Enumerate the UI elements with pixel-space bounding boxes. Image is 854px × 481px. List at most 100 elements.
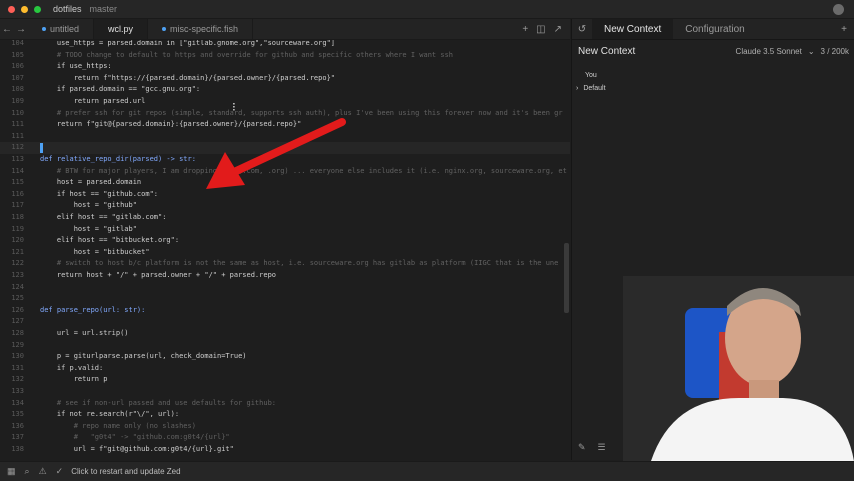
code-text[interactable]: return p	[40, 374, 108, 386]
expand-icon[interactable]: ↗	[554, 24, 562, 35]
line-number: 112	[11, 143, 24, 152]
code-line[interactable]: 108 if parsed.domain == "gcc.gnu.org":	[0, 84, 570, 96]
project-name[interactable]: dotfiles	[53, 4, 82, 14]
update-message[interactable]: Click to restart and update Zed	[71, 467, 180, 476]
code-line[interactable]: 130 p = giturlparse.parse(url, check_dom…	[0, 351, 570, 363]
code-text[interactable]: url = f"git@github.com:g0t4/{url}.git"	[40, 444, 234, 456]
history-icon[interactable]: ↺	[572, 24, 592, 35]
role-label[interactable]: You	[585, 72, 854, 79]
code-line[interactable]: 105 # TODO change to default to https an…	[0, 50, 570, 62]
code-text[interactable]: url = url.strip()	[40, 328, 129, 340]
code-text[interactable]: return f"git@{parsed.domain}:{parsed.own…	[40, 119, 301, 131]
code-text[interactable]: host = "bitbucket"	[40, 247, 150, 259]
code-line[interactable]: 118 elif host == "gitlab.com":	[0, 212, 570, 224]
arrow-left-icon[interactable]: ←	[0, 19, 14, 39]
code-line[interactable]: 127	[0, 316, 570, 328]
code-text[interactable]: if parsed.domain == "gcc.gnu.org":	[40, 84, 200, 96]
search-icon[interactable]: ⌕	[25, 466, 30, 477]
code-line[interactable]: 119 host = "gitlab"	[0, 224, 570, 236]
tab-configuration[interactable]: Configuration	[673, 19, 756, 39]
code-line[interactable]: 117 host = "github"	[0, 200, 570, 212]
code-line[interactable]: 113 def relative_repo_dir(parsed) -> str:	[0, 154, 570, 166]
code-line[interactable]: 110 # prefer ssh for git repos (simple, …	[0, 108, 570, 120]
code-line[interactable]: 131 if p.valid:	[0, 363, 570, 375]
minimize-window-button[interactable]	[21, 5, 28, 13]
arrow-right-icon[interactable]: →	[14, 19, 28, 39]
split-icon[interactable]: ◫	[536, 24, 545, 35]
code-text[interactable]: host = "gitlab"	[40, 224, 137, 236]
code-editor[interactable]: 104 use_https = parsed.domain in ["gitla…	[0, 40, 570, 460]
code-line[interactable]: 138 url = f"git@github.com:g0t4/{url}.gi…	[0, 444, 570, 456]
code-line[interactable]: 111	[0, 131, 570, 143]
plus-icon[interactable]: +	[522, 24, 528, 35]
code-text[interactable]: use_https = parsed.domain in ["gitlab.gn…	[40, 40, 335, 50]
code-line[interactable]: 122 # switch to host b/c platform is not…	[0, 258, 570, 270]
pen-icon[interactable]: ✎	[578, 442, 586, 453]
editor-scrollbar[interactable]	[564, 243, 569, 313]
code-text[interactable]: # see if non-url passed and use defaults…	[40, 398, 276, 410]
code-text[interactable]: # repo name only (no slashes)	[40, 421, 196, 433]
code-text[interactable]: def relative_repo_dir(parsed) -> str:	[40, 154, 196, 166]
code-text[interactable]: # BTW for major players, I am dropping T…	[40, 166, 567, 178]
line-number: 105	[11, 50, 24, 59]
plus-icon[interactable]: +	[841, 24, 854, 35]
code-line[interactable]: 109 return parsed.url	[0, 96, 570, 108]
code-text[interactable]: # prefer ssh for git repos (simple, stan…	[40, 108, 563, 120]
code-line[interactable]: 129	[0, 340, 570, 352]
code-line[interactable]: 136 # repo name only (no slashes)	[0, 421, 570, 433]
code-line[interactable]: 107 return f"https://{parsed.domain}/{pa…	[0, 73, 570, 85]
code-text[interactable]: p = giturlparse.parse(url, check_domain=…	[40, 351, 247, 363]
code-line[interactable]: 116 if host == "github.com":	[0, 189, 570, 201]
tab-untitled[interactable]: untitled	[28, 19, 95, 39]
code-line[interactable]: 124	[0, 282, 570, 294]
code-text[interactable]: # TODO change to default to https and ov…	[40, 50, 453, 62]
code-text[interactable]: if p.valid:	[40, 363, 103, 375]
code-text[interactable]: # "g0t4" -> "github.com:g0t4/{url}"	[40, 432, 230, 444]
model-name[interactable]: Claude 3.5 Sonnet	[736, 47, 802, 56]
code-text[interactable]: if host == "github.com":	[40, 189, 158, 201]
code-text[interactable]: elif host == "gitlab.com":	[40, 212, 167, 224]
tab-wcl-py[interactable]: wcl.py	[94, 19, 149, 39]
code-line[interactable]: 121 host = "bitbucket"	[0, 247, 570, 259]
chevron-right-icon[interactable]: ›	[576, 85, 578, 92]
book-icon[interactable]: ☰	[598, 442, 606, 453]
code-text[interactable]: return host + "/" + parsed.owner + "/" +…	[40, 270, 276, 282]
code-text[interactable]: host = "github"	[40, 200, 137, 212]
code-text[interactable]: return parsed.url	[40, 96, 146, 108]
branch-name[interactable]: master	[90, 4, 118, 14]
code-line[interactable]: 137 # "g0t4" -> "github.com:g0t4/{url}"	[0, 432, 570, 444]
check-icon[interactable]: ✓	[56, 466, 64, 477]
close-window-button[interactable]	[8, 5, 15, 13]
code-line[interactable]: 132 return p	[0, 374, 570, 386]
code-line[interactable]: 112	[0, 142, 570, 154]
code-text[interactable]: host = parsed.domain	[40, 177, 141, 189]
code-line[interactable]: 134 # see if non-url passed and use defa…	[0, 398, 570, 410]
tab-misc-specific-fish[interactable]: misc-specific.fish	[148, 19, 254, 39]
code-line[interactable]: 115 host = parsed.domain	[0, 177, 570, 189]
diagnostics-icon[interactable]: ⚠	[39, 466, 47, 477]
code-text[interactable]: def parse_repo(url: str):	[40, 305, 145, 317]
panel-icon[interactable]: ▦	[7, 466, 16, 477]
code-line[interactable]: 133	[0, 386, 570, 398]
default-section[interactable]: › Default	[576, 85, 854, 92]
code-text[interactable]: elif host == "bitbucket.org":	[40, 235, 179, 247]
code-line[interactable]: 114 # BTW for major players, I am droppi…	[0, 166, 570, 178]
code-line[interactable]: 120 elif host == "bitbucket.org":	[0, 235, 570, 247]
code-text[interactable]: if use_https:	[40, 61, 112, 73]
code-line[interactable]: 135 if not re.search(r"\/", url):	[0, 409, 570, 421]
model-selector[interactable]: Claude 3.5 Sonnet ⌄ 3 / 200k	[736, 47, 849, 56]
code-line[interactable]: 111 return f"git@{parsed.domain}:{parsed…	[0, 119, 570, 131]
code-line[interactable]: 104 use_https = parsed.domain in ["gitla…	[0, 40, 570, 50]
code-line[interactable]: 106 if use_https:	[0, 61, 570, 73]
tab-new-context[interactable]: New Context	[592, 19, 674, 39]
code-text[interactable]: if not re.search(r"\/", url):	[40, 409, 179, 421]
code-text[interactable]: # switch to host b/c platform is not the…	[40, 258, 559, 270]
code-line[interactable]: 125	[0, 293, 570, 305]
maximize-window-button[interactable]	[34, 5, 41, 13]
line-number: 121	[11, 247, 24, 256]
code-line[interactable]: 123 return host + "/" + parsed.owner + "…	[0, 270, 570, 282]
code-line[interactable]: 128 url = url.strip()	[0, 328, 570, 340]
avatar[interactable]	[833, 4, 844, 15]
code-text[interactable]: return f"https://{parsed.domain}/{parsed…	[40, 73, 335, 85]
code-line[interactable]: 126 def parse_repo(url: str):	[0, 305, 570, 317]
